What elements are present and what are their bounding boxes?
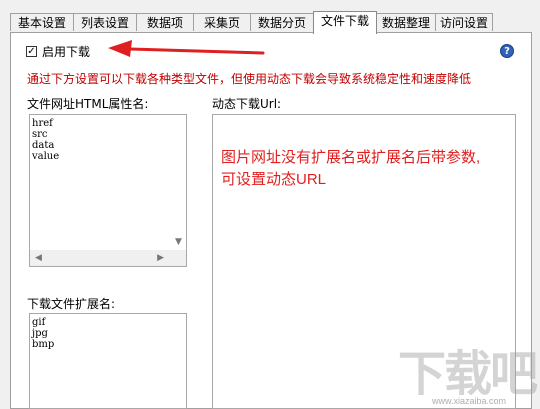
- watermark-url: www.xiazaiba.com: [432, 396, 507, 406]
- list-item[interactable]: href: [32, 118, 184, 129]
- list-item[interactable]: value: [32, 151, 184, 162]
- list-item[interactable]: gif: [32, 317, 184, 328]
- scroll-left-arrow-icon[interactable]: ◀: [35, 253, 42, 263]
- tab-file-download[interactable]: 文件下载: [313, 11, 377, 34]
- help-icon[interactable]: ?: [500, 44, 514, 58]
- list-item[interactable]: bmp: [32, 339, 184, 350]
- ext-name-label: 下载文件扩展名:: [27, 297, 116, 311]
- scroll-right-arrow-icon[interactable]: ▶: [157, 253, 164, 263]
- annotation-line: 图片网址没有扩展名或扩展名后带参数,: [221, 149, 481, 166]
- scroll-down-arrow-icon[interactable]: ▼: [175, 237, 182, 247]
- ext-name-list[interactable]: gif jpg bmp: [29, 313, 187, 409]
- dynamic-url-label: 动态下载Url:: [212, 97, 282, 111]
- attr-list-hscrollbar[interactable]: ◀ ▶: [29, 250, 187, 267]
- list-item[interactable]: jpg: [32, 328, 184, 339]
- attr-name-list[interactable]: href src data value: [29, 114, 187, 251]
- dynamic-url-annotation: 图片网址没有扩展名或扩展名后带参数, 可设置动态URL: [221, 147, 480, 191]
- list-item[interactable]: src: [32, 129, 184, 140]
- download-notice: 通过下方设置可以下载各种类型文件，但使用动态下载会导致系统稳定性和速度降低: [27, 72, 472, 86]
- annotation-line: 可设置动态URL: [221, 171, 327, 188]
- attr-name-label: 文件网址HTML属性名:: [27, 97, 149, 111]
- list-item[interactable]: data: [32, 140, 184, 151]
